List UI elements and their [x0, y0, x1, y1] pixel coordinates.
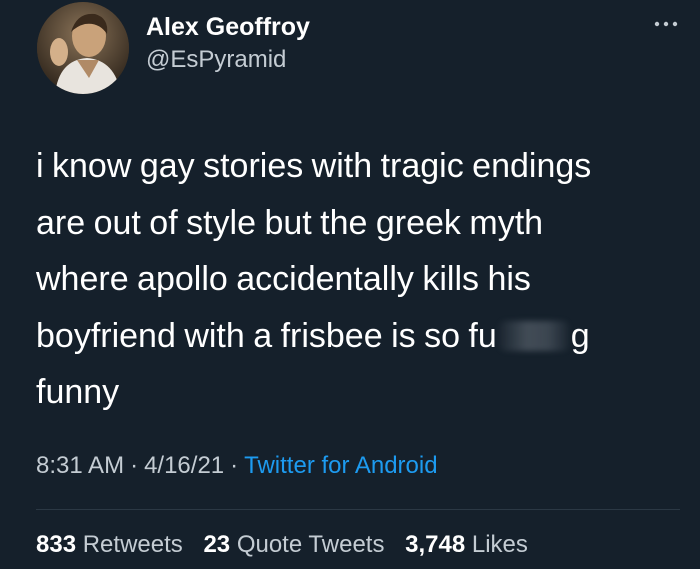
- tweet-card: Alex Geoffroy @EsPyramid i know gay stor…: [0, 0, 700, 569]
- author-block[interactable]: Alex Geoffroy @EsPyramid: [146, 12, 310, 75]
- tweet-date[interactable]: 4/16/21: [144, 452, 224, 479]
- retweets-label: Retweets: [82, 531, 183, 558]
- retweets-count: 833: [36, 531, 77, 558]
- quote-tweets-label: Quote Tweets: [236, 531, 385, 558]
- tweet-line: where apollo accidentally kills his: [36, 260, 531, 298]
- retweets-stat[interactable]: 833 Retweets: [36, 531, 183, 558]
- likes-label: Likes: [471, 531, 528, 558]
- likes-count: 3,748: [405, 531, 466, 558]
- tweet-line: funny: [36, 373, 120, 411]
- divider: [36, 509, 680, 510]
- display-name[interactable]: Alex Geoffroy: [146, 12, 310, 42]
- tweet-stats: 833 Retweets 23 Quote Tweets 3,748 Likes: [36, 529, 542, 561]
- likes-stat[interactable]: 3,748 Likes: [405, 531, 528, 558]
- quote-tweets-stat[interactable]: 23 Quote Tweets: [203, 531, 384, 558]
- tweet-line: boyfriend with a frisbee is so fu: [36, 316, 497, 355]
- tweet-meta: 8:31 AM · 4/16/21 · Twitter for Android: [36, 450, 438, 482]
- tweet-source-link[interactable]: Twitter for Android: [244, 452, 437, 479]
- tweet-line-end: g: [570, 316, 590, 355]
- tweet-time[interactable]: 8:31 AM: [36, 452, 124, 479]
- quote-tweets-count: 23: [203, 531, 231, 558]
- tweet-line: are out of style but the greek myth: [36, 203, 544, 242]
- tweet-line: i know gay stories with tragic endings: [36, 147, 592, 185]
- avatar-photo: [37, 2, 129, 94]
- meta-separator: ·: [230, 452, 239, 479]
- meta-separator: ·: [130, 452, 139, 479]
- user-handle[interactable]: @EsPyramid: [146, 45, 310, 75]
- censor-blur: [498, 320, 569, 351]
- tweet-text: i know gay stories with tragic endings a…: [36, 138, 676, 421]
- more-horizontal-icon[interactable]: [652, 16, 680, 32]
- avatar[interactable]: [37, 2, 129, 94]
